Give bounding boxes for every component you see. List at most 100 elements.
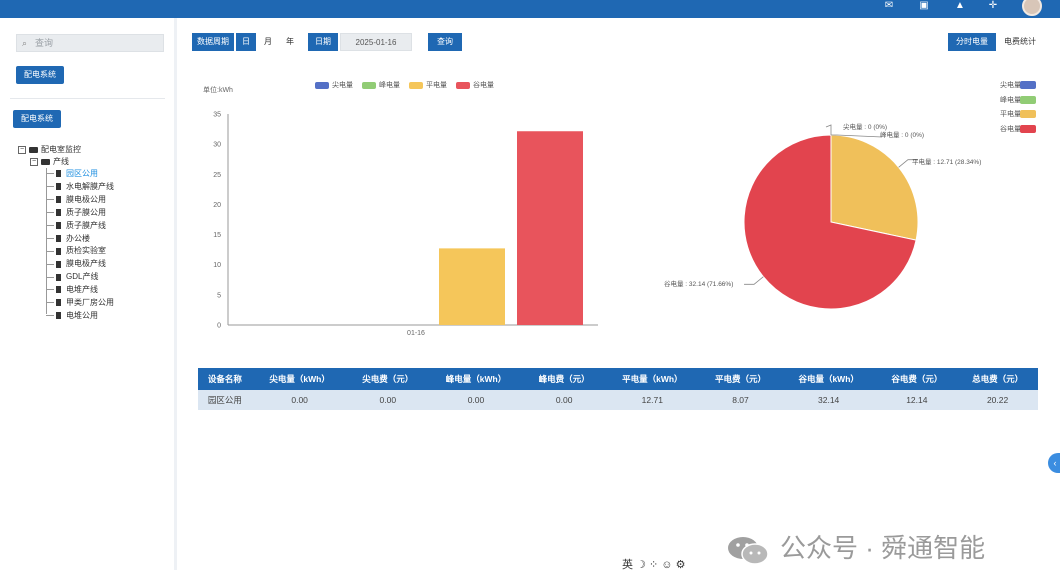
y-tick-label: 10: [213, 262, 221, 269]
top-bar: ✉ ▣ ▲ ✛: [0, 0, 1060, 18]
folder-icon: [29, 146, 38, 153]
y-tick-label: 30: [213, 142, 221, 149]
table-cell: 0.00: [523, 390, 605, 410]
tree-leaf[interactable]: 膜电极产线: [46, 258, 106, 270]
avatar[interactable]: [1022, 0, 1042, 16]
tree-leaf[interactable]: 办公楼: [46, 233, 90, 245]
system-button[interactable]: 配电系统: [16, 66, 64, 84]
pie-label: 峰电量 : 0 (0%): [880, 130, 924, 139]
bar-chart: 单位:kWh 0 5 10 15 20 25 30 35 01-16: [203, 85, 598, 337]
y-tick-label: 5: [217, 292, 221, 299]
charts-svg: 单位:kWh 0 5 10 15 20 25 30 35 01-16 尖电量 : 0 (0%)峰电…: [203, 85, 981, 337]
bell-icon[interactable]: ▲: [953, 0, 967, 12]
tree-connector: [46, 302, 54, 304]
tree-leaf[interactable]: 甲类厂房公用: [46, 297, 114, 309]
y-tick-label: 0: [217, 323, 221, 330]
table-header-cell: 谷电量（kWh）: [780, 368, 877, 390]
search-placeholder: 查询: [35, 38, 54, 48]
tree-leaf[interactable]: 质检实验室: [46, 245, 106, 257]
y-tick-label: 15: [213, 232, 221, 239]
tree-root[interactable]: − 配电室监控: [18, 144, 81, 156]
ime-toolbar[interactable]: 英 ☽ ⁘ ☺ ⚙: [622, 556, 686, 571]
tree-leaf-label: 甲类厂房公用: [66, 298, 114, 307]
table-cell: 12.14: [876, 390, 958, 410]
tree-leaf[interactable]: 膜电极公用: [46, 194, 106, 206]
tree-leaf-label: 电堆产线: [66, 285, 98, 295]
tree-connector: [46, 199, 54, 201]
table-header-cell: 谷电费（元）: [876, 368, 958, 390]
watermark-text: 公众号 · 舜通智能: [780, 533, 986, 563]
watermark: 公众号 · 舜通智能: [726, 528, 985, 568]
table-cell: 32.14: [780, 390, 877, 410]
file-icon: [56, 273, 61, 281]
file-icon: [56, 312, 61, 320]
tree-leaf[interactable]: 电堆公用: [46, 310, 98, 322]
pie-leader-line: [825, 124, 832, 135]
y-tick-label: 20: [213, 202, 221, 209]
file-icon: [56, 221, 61, 229]
fullscreen-icon[interactable]: ✛: [986, 0, 1000, 12]
ime-lang[interactable]: 英: [622, 559, 633, 571]
search-input[interactable]: ⌕ 查询: [16, 34, 164, 52]
tree-connector: [46, 173, 54, 175]
table-cell: 园区公用: [198, 390, 252, 410]
table-header-cell: 平电费（元）: [700, 368, 781, 390]
tree-connector: [46, 250, 54, 252]
tree-leaf[interactable]: 质子膜产线: [46, 220, 106, 232]
tree-child[interactable]: − 产线: [30, 156, 69, 168]
file-icon: [56, 260, 61, 268]
tree-leaf[interactable]: GDL产线: [46, 271, 98, 283]
table-header-row: 设备名称 尖电量（kWh） 尖电费（元） 峰电量（kWh） 峰电费（元） 平电量（kWh）…: [198, 368, 1038, 390]
tree-child-label: 产线: [53, 157, 69, 166]
system-button-2[interactable]: 配电系统: [13, 110, 61, 128]
tree-leaf[interactable]: 质子膜公用: [46, 207, 106, 219]
y-tick-label: 25: [213, 172, 221, 179]
table-cell: 0.00: [428, 390, 524, 410]
bar-平电量[interactable]: [439, 248, 505, 325]
tree-leaf-label: 质子膜公用: [66, 207, 106, 217]
y-tick-label: 35: [213, 112, 221, 119]
tree-leaf-label: 办公楼: [66, 233, 90, 243]
tree-connector: [46, 224, 54, 226]
screen-icon[interactable]: ▣: [917, 0, 931, 12]
table-header-cell: 峰电费（元）: [523, 368, 605, 390]
tree-leaf-label: GDL产线: [66, 272, 99, 282]
file-icon: [56, 209, 61, 217]
file-icon: [56, 299, 61, 307]
main-panel: 数据周期 日 月 年 日期 2025-01-16 查询 分时电量 电费统计 尖电…: [180, 18, 1060, 570]
table-row: 园区公用 0.00 0.00 0.00 0.00 12.71 8.07 32.14 12.14 2…: [198, 390, 1038, 410]
collapse-icon[interactable]: −: [30, 157, 38, 166]
sidebar: ⌕ 查询 配电系统 配电系统 − 配电室监控 − 产线 园区公用 水电解膜产线 膜电极公…: [0, 18, 177, 570]
pie-label: 平电量 : 12.71 (28.34%): [912, 157, 981, 166]
bar-谷电量[interactable]: [517, 131, 583, 325]
table-header-cell: 设备名称: [198, 368, 252, 390]
table-cell: 0.00: [347, 390, 429, 410]
mail-icon[interactable]: ✉: [882, 0, 896, 12]
search-icon: ⌕: [22, 38, 28, 48]
tree-leaf[interactable]: 园区公用: [46, 168, 98, 180]
tree-connector: [46, 276, 54, 278]
emoji-icon[interactable]: ☺: [661, 559, 672, 571]
tree-connector: [46, 186, 54, 188]
wechat-logo-icon: [728, 537, 769, 565]
tree-leaf-label: 电堆公用: [66, 310, 98, 320]
tree-leaf-label: 园区公用: [66, 169, 98, 178]
table-cell: 20.22: [957, 390, 1038, 410]
tree-leaf-label: 质检实验室: [66, 246, 106, 256]
pie-chart: 尖电量 : 0 (0%)峰电量 : 0 (0%) 平电量 : 12.71 (28.…: [664, 122, 981, 310]
tree-root-label: 配电室监控: [41, 145, 81, 154]
file-icon: [56, 234, 61, 242]
table-cell: 12.71: [604, 390, 701, 410]
divider: [10, 98, 165, 99]
table-header-cell: 尖电量（kWh）: [251, 368, 348, 390]
tree-leaf[interactable]: 水电解膜产线: [46, 181, 114, 193]
settings-icon[interactable]: ⚙: [676, 559, 686, 571]
moon-icon[interactable]: ☽: [636, 559, 646, 571]
tree-connector: [46, 237, 54, 239]
tree-leaf[interactable]: 电堆产线: [46, 284, 98, 296]
pie-leader-line: [744, 276, 764, 285]
pie-label: 尖电量 : 0 (0%): [843, 122, 887, 131]
file-icon: [56, 196, 61, 204]
collapse-icon[interactable]: −: [18, 145, 26, 154]
dots-icon[interactable]: ⁘: [649, 559, 658, 571]
